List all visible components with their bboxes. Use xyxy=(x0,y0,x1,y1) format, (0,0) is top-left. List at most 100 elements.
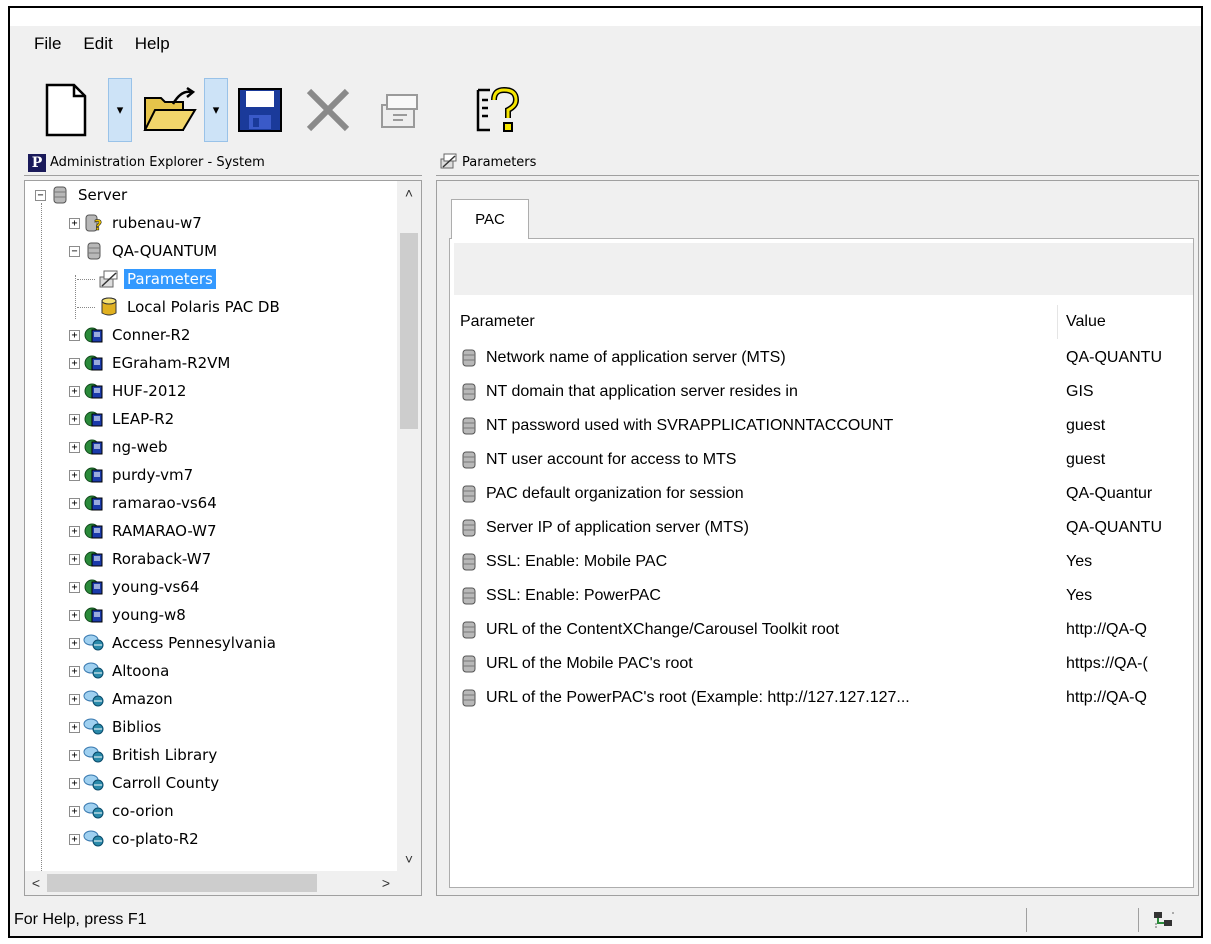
parameter-icon xyxy=(462,655,476,673)
expand-icon[interactable]: + xyxy=(69,553,80,565)
column-header-value[interactable]: Value xyxy=(1058,305,1193,339)
expand-icon[interactable]: + xyxy=(69,609,80,621)
expand-icon[interactable]: + xyxy=(69,805,80,817)
scroll-left-icon[interactable]: < xyxy=(25,871,47,895)
tree-node-server-item[interactable]: + ramarao-vs64 xyxy=(69,491,220,515)
expand-icon[interactable]: + xyxy=(69,497,80,509)
table-row[interactable]: Server IP of application server (MTS) QA… xyxy=(454,511,1193,545)
expand-icon[interactable]: + xyxy=(69,581,80,593)
expand-icon[interactable]: + xyxy=(69,693,80,705)
expand-icon[interactable]: + xyxy=(69,385,80,397)
network-server-icon xyxy=(83,577,105,597)
menu-help[interactable]: Help xyxy=(133,32,172,56)
parameter-icon xyxy=(462,451,476,469)
tree-node-server-item[interactable]: + purdy-vm7 xyxy=(69,463,196,487)
table-row[interactable]: SSL: Enable: Mobile PAC Yes xyxy=(454,545,1193,579)
tree-node-rubenau[interactable]: + ? rubenau-w7 xyxy=(69,211,205,235)
tree-node-qa-quantum[interactable]: − QA-QUANTUM xyxy=(69,239,220,263)
scroll-thumb[interactable] xyxy=(400,233,418,429)
tree-label: young-w8 xyxy=(112,606,186,624)
table-row[interactable]: NT password used with SVRAPPLICATIONNTAC… xyxy=(454,409,1193,443)
tree-node-remote-item[interactable]: + Biblios xyxy=(69,715,164,739)
tree-node-server-item[interactable]: + EGraham-R2VM xyxy=(69,351,233,375)
tree-node-local-db[interactable]: Local Polaris PAC DB xyxy=(77,295,283,319)
tab-pac[interactable]: PAC xyxy=(451,199,529,239)
tree-node-remote-item[interactable]: + British Library xyxy=(69,743,220,767)
expand-icon[interactable]: + xyxy=(69,441,80,453)
polaris-logo-icon: P xyxy=(28,153,46,172)
expand-icon[interactable]: + xyxy=(69,357,80,369)
tree-node-server-item[interactable]: + young-vs64 xyxy=(69,575,202,599)
scroll-up-icon[interactable]: ˄ xyxy=(397,181,421,205)
expand-icon[interactable]: + xyxy=(69,777,80,789)
collapse-icon[interactable]: − xyxy=(69,245,80,257)
tree-label: LEAP-R2 xyxy=(112,410,175,428)
server-icon xyxy=(83,241,105,261)
table-row[interactable]: URL of the PowerPAC's root (Example: htt… xyxy=(454,681,1193,715)
expand-icon[interactable]: + xyxy=(69,525,80,537)
tree-vertical-scrollbar[interactable]: ˄ ˅ xyxy=(397,181,421,871)
new-dropdown[interactable]: ▾ xyxy=(108,78,132,142)
table-row[interactable]: NT domain that application server reside… xyxy=(454,375,1193,409)
expand-icon[interactable]: + xyxy=(69,329,80,341)
expand-icon[interactable]: + xyxy=(69,217,80,229)
scroll-right-icon[interactable]: > xyxy=(375,871,397,895)
tree-node-remote-item[interactable]: + co-orion xyxy=(69,799,177,823)
properties-button[interactable] xyxy=(372,82,428,138)
tree-node-parameters[interactable]: Parameters xyxy=(77,267,216,291)
tree-node-remote-item[interactable]: + Access Pennesylvania xyxy=(69,631,279,655)
parameter-name: PAC default organization for session xyxy=(486,485,744,502)
table-row[interactable]: NT user account for access to MTS guest xyxy=(454,443,1193,477)
menu-edit[interactable]: Edit xyxy=(81,32,114,56)
tree-node-remote-item[interactable]: + Carroll County xyxy=(69,771,222,795)
tree-node-server-item[interactable]: + young-w8 xyxy=(69,603,189,627)
table-row[interactable]: Network name of application server (MTS)… xyxy=(454,341,1193,375)
save-button[interactable] xyxy=(232,82,288,138)
pane-splitter[interactable] xyxy=(424,150,434,896)
tree-label: rubenau-w7 xyxy=(112,214,202,232)
tree-node-server-item[interactable]: + Roraback-W7 xyxy=(69,547,214,571)
toolbar: ▾ ▾ xyxy=(10,70,1201,150)
delete-button[interactable] xyxy=(300,82,356,138)
remote-library-icon xyxy=(83,801,105,821)
tree-node-server-item[interactable]: + Conner-R2 xyxy=(69,323,193,347)
open-button[interactable] xyxy=(142,82,198,138)
expand-icon[interactable]: + xyxy=(69,413,80,425)
tree-node-remote-item[interactable]: + Amazon xyxy=(69,687,176,711)
tree-horizontal-scrollbar[interactable]: < > xyxy=(25,871,397,895)
parameters-header: Parameters xyxy=(436,150,1199,176)
column-header-parameter[interactable]: Parameter xyxy=(454,305,1058,339)
scroll-thumb[interactable] xyxy=(47,874,317,892)
table-row[interactable]: SSL: Enable: PowerPAC Yes xyxy=(454,579,1193,613)
tree-label: purdy-vm7 xyxy=(112,466,194,484)
collapse-icon[interactable]: − xyxy=(35,189,46,201)
new-icon xyxy=(45,83,87,137)
table-row[interactable]: PAC default organization for session QA-… xyxy=(454,477,1193,511)
context-help-button[interactable] xyxy=(470,82,526,138)
status-text: For Help, press F1 xyxy=(14,911,147,928)
tree-node-server-item[interactable]: + LEAP-R2 xyxy=(69,407,177,431)
tree-node-server-item[interactable]: + ng-web xyxy=(69,435,170,459)
tree-node-remote-item[interactable]: + co-plato-R2 xyxy=(69,827,202,851)
tree-node-remote-item[interactable]: + Altoona xyxy=(69,659,172,683)
table-row[interactable]: URL of the Mobile PAC's root https://QA-… xyxy=(454,647,1193,681)
expand-icon[interactable]: + xyxy=(69,665,80,677)
parameter-name: Server IP of application server (MTS) xyxy=(486,519,749,536)
expand-icon[interactable]: + xyxy=(69,469,80,481)
tree-node-server-item[interactable]: + HUF-2012 xyxy=(69,379,189,403)
tree-node-server[interactable]: − Server xyxy=(35,183,130,207)
expand-icon[interactable]: + xyxy=(69,721,80,733)
server-icon xyxy=(49,185,71,205)
parameter-icon xyxy=(462,689,476,707)
menu-file[interactable]: File xyxy=(32,32,63,56)
expand-icon[interactable]: + xyxy=(69,637,80,649)
expand-icon[interactable]: + xyxy=(69,833,80,845)
new-button[interactable] xyxy=(38,82,94,138)
expand-icon[interactable]: + xyxy=(69,749,80,761)
table-row[interactable]: URL of the ContentXChange/Carousel Toolk… xyxy=(454,613,1193,647)
tree-node-server-item[interactable]: + RAMARAO-W7 xyxy=(69,519,220,543)
scroll-down-icon[interactable]: ˅ xyxy=(397,847,421,871)
open-icon xyxy=(143,86,197,131)
open-dropdown[interactable]: ▾ xyxy=(204,78,228,142)
parameter-value: http://QA-Q xyxy=(1066,621,1147,638)
